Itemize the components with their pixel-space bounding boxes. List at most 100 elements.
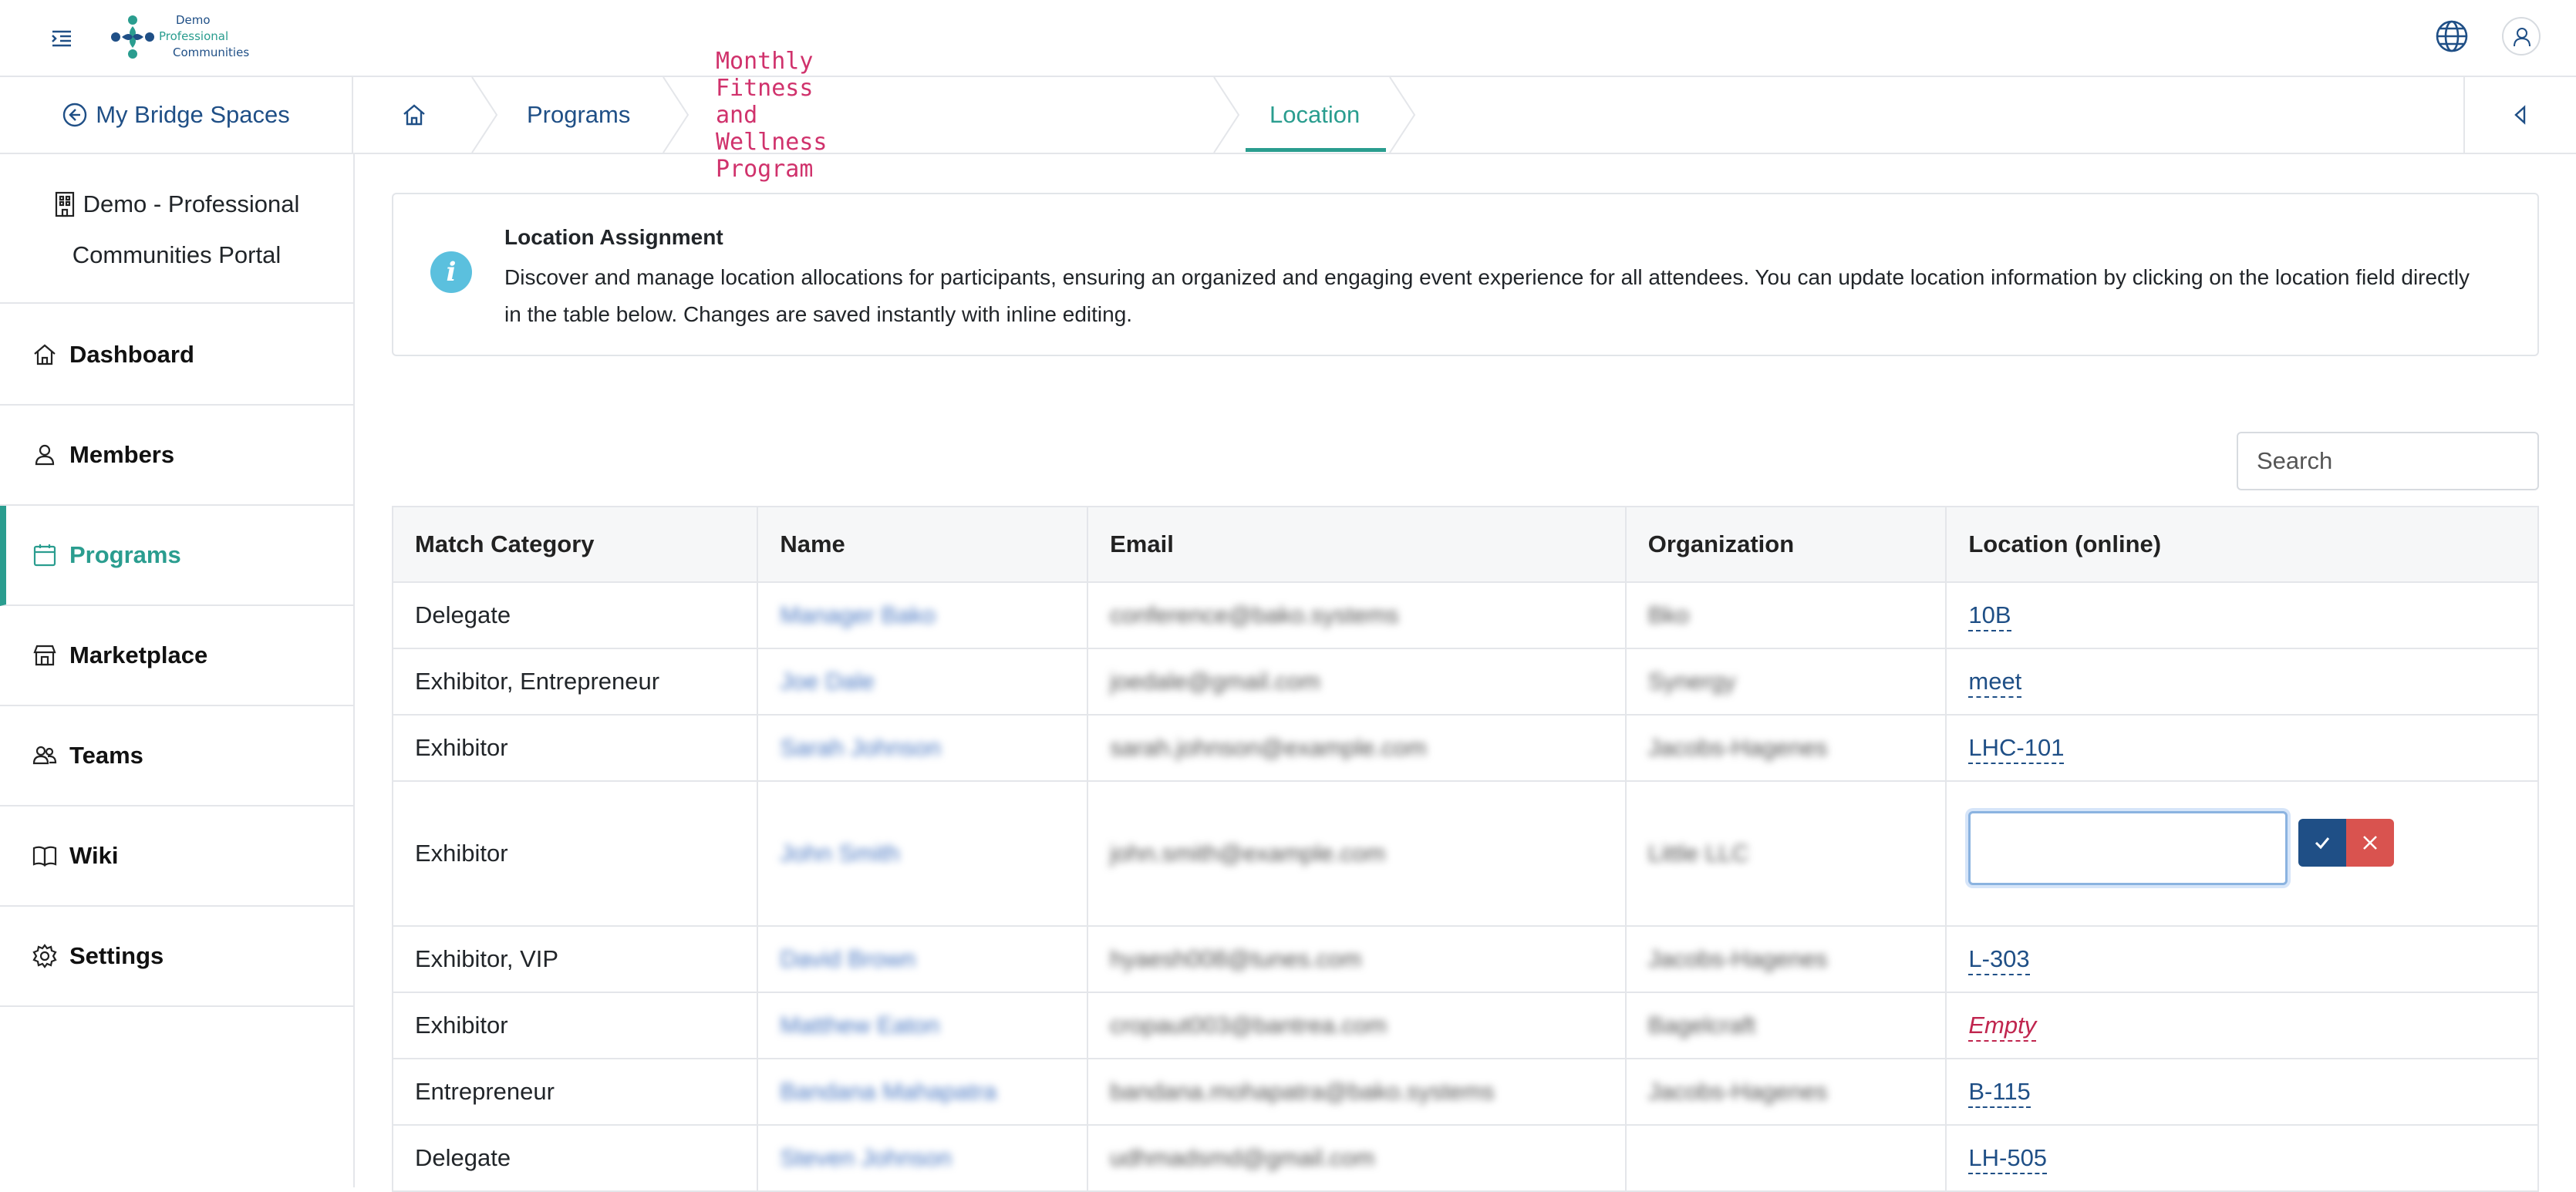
- table-row: Entrepreneur Bandana Mahapatra bandana.m…: [391, 1058, 2539, 1126]
- sidebar-item-label: Wiki: [69, 842, 119, 869]
- sidebar-item-label: Marketplace: [69, 641, 208, 668]
- cell-name[interactable]: Matthew Eaton: [757, 992, 1089, 1059]
- sidebar-item-dashboard[interactable]: Dashboard: [0, 305, 353, 406]
- cell-email: conference@bako.systems: [1087, 581, 1627, 649]
- cell-name[interactable]: Sarah Johnson: [757, 714, 1089, 782]
- cell-organization: Synergy: [1624, 648, 1947, 716]
- table-row: Exhibitor, VIP David Brown hyaesh008@tun…: [391, 925, 2539, 993]
- top-header: Demo Professional Communities: [0, 0, 2576, 77]
- my-bridge-spaces-label: My Bridge Spaces: [96, 101, 290, 128]
- sidebar-item-members[interactable]: Members: [0, 406, 353, 506]
- cell-name[interactable]: John Smith: [757, 780, 1089, 927]
- cell-location: L-303: [1945, 925, 2539, 993]
- breadcrumb-location[interactable]: Location: [1269, 77, 1360, 153]
- sidebar-item-label: Dashboard: [69, 341, 194, 368]
- table-row: Exhibitor, Entrepreneur Joe Dale joedale…: [391, 648, 2539, 716]
- location-editable[interactable]: B-115: [1968, 1078, 2031, 1108]
- sidebar-item-settings[interactable]: Settings: [0, 907, 353, 1007]
- sidebar-item-label: Teams: [69, 742, 143, 769]
- cell-name[interactable]: Joe Dale: [757, 648, 1089, 716]
- table-header-row: Match Category Name Email Organization L…: [391, 506, 2539, 583]
- my-bridge-spaces-link[interactable]: My Bridge Spaces: [0, 77, 353, 153]
- table-row: Delegate Manager Bako conference@bako.sy…: [391, 581, 2539, 649]
- cell-category: Exhibitor: [391, 992, 759, 1059]
- inline-editor: [1968, 811, 2516, 885]
- user-icon[interactable]: [2502, 17, 2541, 56]
- column-header-email[interactable]: Email: [1087, 506, 1627, 583]
- column-header-organization[interactable]: Organization: [1624, 506, 1947, 583]
- cell-name[interactable]: Manager Bako: [757, 581, 1089, 649]
- info-text: Discover and manage location allocations…: [504, 265, 2470, 326]
- home-icon: [34, 344, 56, 365]
- column-header-name[interactable]: Name: [757, 506, 1089, 583]
- location-editable[interactable]: meet: [1968, 668, 2022, 698]
- sidebar-item-label: Settings: [69, 942, 164, 969]
- sidebar-item-programs[interactable]: Programs: [0, 506, 353, 606]
- check-icon: [2315, 837, 2330, 850]
- sidebar: Demo - Professional Communities Portal D…: [0, 154, 355, 1187]
- cell-name[interactable]: Bandana Mahapatra: [757, 1058, 1089, 1126]
- cell-location: B-115: [1945, 1058, 2539, 1126]
- logo-text: Demo Professional Communities: [159, 13, 250, 59]
- location-editable-empty[interactable]: Empty: [1968, 1012, 2037, 1042]
- close-icon: [2363, 836, 2378, 850]
- location-table: Match Category Name Email Organization L…: [391, 506, 2539, 1192]
- search-input[interactable]: [2237, 432, 2539, 490]
- store-icon: [33, 645, 56, 666]
- sub-navigation: My Bridge Spaces Programs Monthly Fitnes…: [0, 48, 2576, 183]
- breadcrumb-separator: [1389, 77, 1416, 153]
- back-circle-icon: [63, 103, 87, 127]
- caret-left-icon: [2514, 105, 2526, 125]
- location-editable[interactable]: 10B: [1968, 601, 2011, 631]
- table-row: Exhibitor Matthew Eaton cropaut003@bantr…: [391, 992, 2539, 1059]
- cell-email: bandana.mohapatra@bako.systems: [1087, 1058, 1627, 1126]
- breadcrumb-program[interactable]: Monthly Fitness and Wellness Program: [716, 48, 828, 183]
- cell-organization: Jacobs-Hagenes: [1624, 1058, 1947, 1126]
- people-icon: [32, 746, 57, 765]
- location-edit-input[interactable]: [1968, 811, 2288, 885]
- breadcrumb-programs[interactable]: Programs: [527, 77, 630, 153]
- cell-organization: Jacobs-Hagenes: [1624, 925, 1947, 993]
- cell-name[interactable]: Steven Johnson: [757, 1124, 1089, 1192]
- cell-location: meet: [1945, 648, 2539, 716]
- breadcrumb-separator: [663, 77, 690, 153]
- info-title: Location Assignment: [504, 225, 723, 249]
- column-header-location[interactable]: Location (online): [1945, 506, 2539, 583]
- active-tab-indicator: [1246, 148, 1386, 152]
- cell-name[interactable]: David Brown: [757, 925, 1089, 993]
- location-editable[interactable]: L-303: [1968, 945, 2030, 975]
- sidebar-item-wiki[interactable]: Wiki: [0, 806, 353, 907]
- cell-location: LHC-101: [1945, 714, 2539, 782]
- cell-email: cropaut003@bantrea.com: [1087, 992, 1627, 1059]
- cell-category: Exhibitor: [391, 780, 759, 927]
- cell-email: joedale@gmail.com: [1087, 648, 1627, 716]
- calendar-icon: [33, 544, 56, 567]
- cell-email: john.smith@example.com: [1087, 780, 1627, 927]
- sidebar-item-teams[interactable]: Teams: [0, 706, 353, 806]
- sidebar-item-marketplace[interactable]: Marketplace: [0, 606, 353, 706]
- globe-icon[interactable]: [2434, 19, 2470, 54]
- table-row: Exhibitor Sarah Johnson sarah.johnson@ex…: [391, 714, 2539, 782]
- book-icon: [32, 846, 57, 867]
- brand-logo[interactable]: Demo Professional Communities: [108, 9, 250, 65]
- home-icon: [403, 104, 425, 126]
- cell-category: Delegate: [391, 1124, 759, 1192]
- location-editable[interactable]: LHC-101: [1968, 734, 2065, 764]
- cell-location: 10B: [1945, 581, 2539, 649]
- breadcrumb-home[interactable]: [401, 77, 427, 153]
- cell-organization: Jacobs-Hagenes: [1624, 714, 1947, 782]
- org-name-line1: Demo - Professional: [83, 190, 300, 217]
- cell-category: Exhibitor, Entrepreneur: [391, 648, 759, 716]
- cell-organization: [1624, 1124, 1947, 1192]
- org-name-line2: Communities Portal: [72, 241, 282, 268]
- breadcrumb-separator: [471, 77, 498, 153]
- confirm-button[interactable]: [2298, 819, 2347, 867]
- column-header-match-category[interactable]: Match Category: [391, 506, 759, 583]
- menu-indent-icon[interactable]: [46, 23, 77, 54]
- cell-email: sarah.johnson@example.com: [1087, 714, 1627, 782]
- cancel-button[interactable]: [2346, 819, 2395, 867]
- collapse-panel-button[interactable]: [2463, 77, 2576, 153]
- location-editable[interactable]: LH-505: [1968, 1144, 2048, 1174]
- cell-category: Exhibitor: [391, 714, 759, 782]
- table-row: Delegate Steven Johnson udhmadsmd@gmail.…: [391, 1124, 2539, 1192]
